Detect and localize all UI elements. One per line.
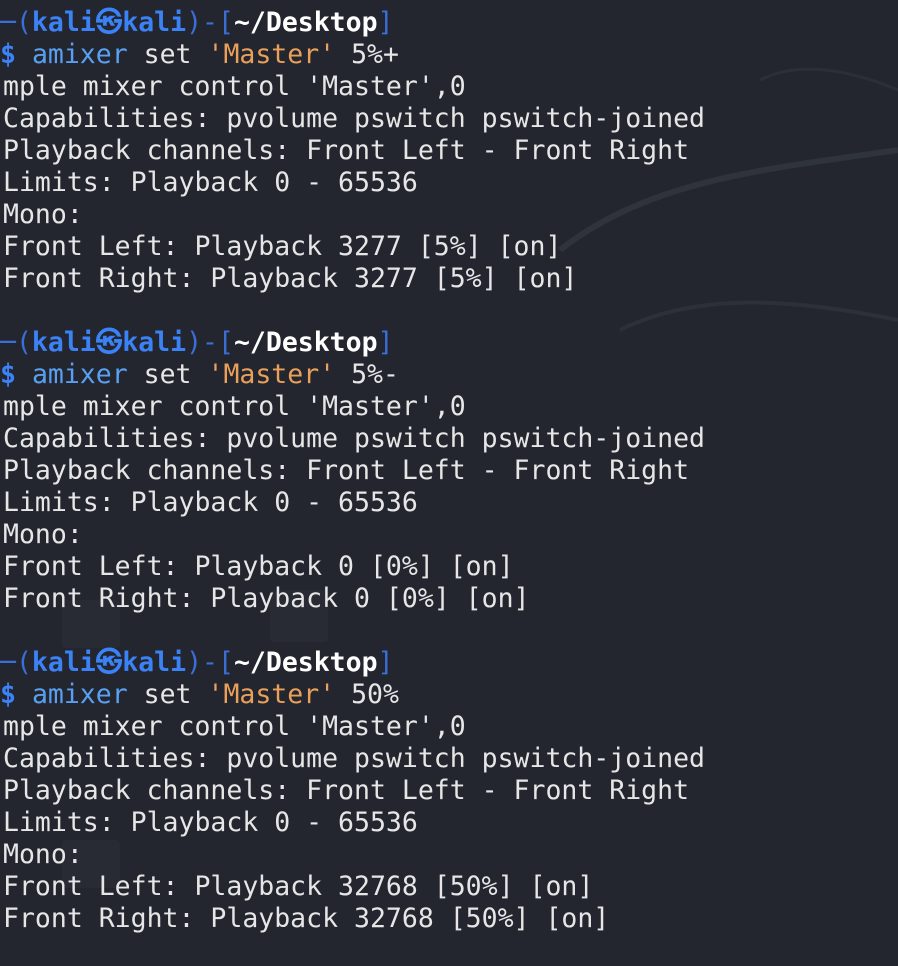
prompt-line: ─(kali㉿kali)-[~/Desktop] [0, 647, 394, 678]
output-line: Limits: Playback 0 - 65536 [3, 167, 418, 198]
output-line: Mono: [3, 199, 83, 230]
output-line: Front Right: Playback 3277 [5%] [on] [3, 263, 578, 294]
output-line: Mono: [3, 839, 83, 870]
output-line: Playback channels: Front Left - Front Ri… [3, 135, 690, 166]
output-line: Front Left: Playback 3277 [5%] [on] [3, 231, 562, 262]
output-line: Playback channels: Front Left - Front Ri… [3, 775, 690, 806]
output-line: Limits: Playback 0 - 65536 [3, 487, 418, 518]
command-line: $ amixer set 'Master' 50% [0, 679, 399, 710]
prompt-line: ─(kali㉿kali)-[~/Desktop] [0, 327, 394, 358]
command-line: $ amixer set 'Master' 5%- [0, 359, 399, 390]
output-line: Front Right: Playback 32768 [50%] [on] [3, 903, 610, 934]
skull-icon: ㉿ [95, 647, 123, 678]
command-line: $ amixer set 'Master' 5%+ [0, 39, 399, 70]
output-line: Front Right: Playback 0 [0%] [on] [3, 583, 530, 614]
output-line: Front Left: Playback 32768 [50%] [on] [3, 871, 594, 902]
skull-icon: ㉿ [95, 327, 123, 358]
output-line: Front Left: Playback 0 [0%] [on] [3, 551, 514, 582]
skull-icon: ㉿ [95, 7, 123, 38]
terminal-output[interactable]: ─(kali㉿kali)-[~/Desktop] $ amixer set 'M… [0, 0, 898, 966]
output-line: mple mixer control 'Master',0 [3, 391, 466, 422]
output-line: Limits: Playback 0 - 65536 [3, 807, 418, 838]
output-line: Capabilities: pvolume pswitch pswitch-jo… [3, 103, 705, 134]
prompt-line: ─(kali㉿kali)-[~/Desktop] [0, 7, 394, 38]
output-line: Capabilities: pvolume pswitch pswitch-jo… [3, 423, 705, 454]
output-line: Mono: [3, 519, 83, 550]
output-line: mple mixer control 'Master',0 [3, 71, 466, 102]
output-line: Playback channels: Front Left - Front Ri… [3, 455, 690, 486]
output-line: Capabilities: pvolume pswitch pswitch-jo… [3, 743, 705, 774]
output-line: mple mixer control 'Master',0 [3, 711, 466, 742]
